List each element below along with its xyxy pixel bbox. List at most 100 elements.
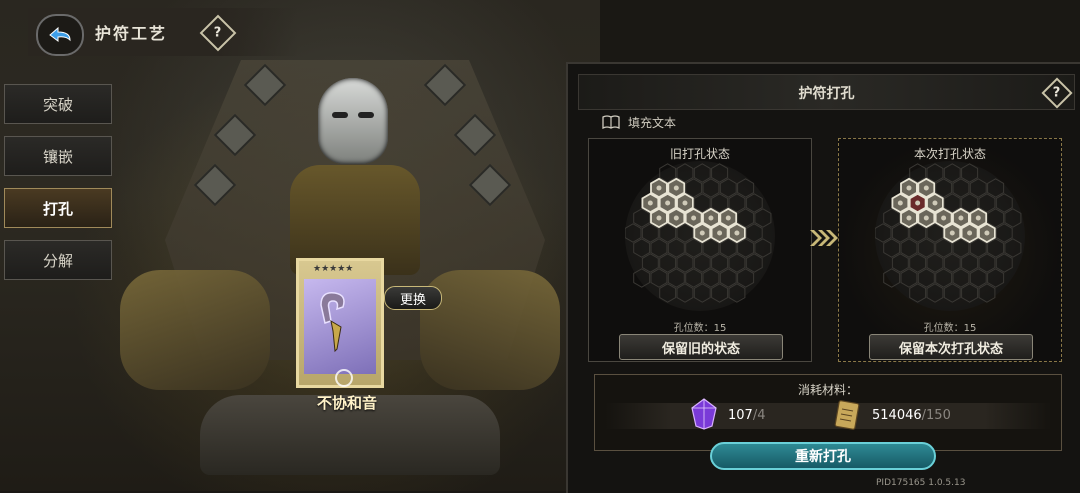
hex-cell xyxy=(961,283,979,303)
version-label: PID175165 1.0.5.13 xyxy=(876,478,966,488)
hex-socket xyxy=(984,230,990,236)
hex-cell xyxy=(728,253,746,273)
hex-socket xyxy=(949,230,955,236)
hex-socket xyxy=(717,230,723,236)
hex-cell xyxy=(995,253,1013,273)
hex-cell xyxy=(1004,208,1022,228)
page-title: 护符工艺 xyxy=(95,24,168,43)
new-hex-grid xyxy=(874,161,1025,311)
cost-title: 消耗材料： xyxy=(797,383,858,397)
hex-cell xyxy=(659,253,677,273)
hex-socket xyxy=(915,200,921,206)
hex-cell xyxy=(693,253,711,273)
new-hex-svg xyxy=(874,163,1022,303)
hex-cell xyxy=(693,163,711,183)
hex-socket xyxy=(647,200,653,206)
hex-socket xyxy=(656,215,662,221)
hex-socket xyxy=(897,200,903,206)
hex-cell xyxy=(659,223,677,243)
hex-cell xyxy=(659,163,677,183)
hex-cell xyxy=(909,253,927,273)
keep-old-button[interactable]: 保留旧的状态 xyxy=(619,334,783,360)
hex-cell xyxy=(641,253,659,273)
hex-cell xyxy=(754,238,772,258)
hex-cell xyxy=(737,208,755,228)
hex-cell xyxy=(935,238,953,258)
purple-crystal-icon xyxy=(691,398,717,430)
old-hex-grid xyxy=(624,161,775,311)
sidebar: 突破 镶嵌 打孔 分解 xyxy=(4,84,116,292)
hex-cell xyxy=(633,238,651,258)
tab-drill[interactable]: 打孔 xyxy=(4,188,112,228)
hex-cell xyxy=(650,238,668,258)
hex-socket xyxy=(691,215,697,221)
hex-socket xyxy=(673,185,679,191)
hex-cell xyxy=(676,253,694,273)
hex-socket xyxy=(958,215,964,221)
keep-new-button[interactable]: 保留本次打孔状态 xyxy=(869,334,1033,360)
charm-name: 不协和音 xyxy=(316,394,377,412)
hex-socket xyxy=(734,230,740,236)
hex-socket xyxy=(656,185,662,191)
hex-socket xyxy=(967,230,973,236)
hex-cell xyxy=(969,268,987,288)
material-2-have: 514046 xyxy=(872,408,922,423)
hex-cell xyxy=(926,283,944,303)
fill-text: 填充文本 xyxy=(628,116,677,130)
tab-inlay[interactable]: 镶嵌 xyxy=(4,136,112,176)
hex-cell xyxy=(978,283,996,303)
material-2-need: /150 xyxy=(921,408,951,423)
hex-cell xyxy=(900,238,918,258)
hex-cell xyxy=(883,208,901,228)
hex-socket xyxy=(941,215,947,221)
back-button[interactable] xyxy=(36,14,84,56)
new-state-label: 本次打孔状态 xyxy=(913,147,986,161)
hex-cell xyxy=(693,283,711,303)
hex-cell xyxy=(745,253,763,273)
panel-title-bar: 护符打孔 xyxy=(578,74,1075,110)
tab-breakthrough[interactable]: 突破 xyxy=(4,84,112,124)
material-2-count: 514046/150 xyxy=(872,408,951,423)
hex-cell xyxy=(693,193,711,213)
swap-button[interactable]: 更换 xyxy=(384,286,442,310)
hex-cell xyxy=(978,253,996,273)
hex-socket xyxy=(699,230,705,236)
hex-cell xyxy=(659,283,677,303)
charm-art-icon xyxy=(320,292,345,353)
scroll-icon xyxy=(834,400,860,430)
hex-cell xyxy=(711,283,729,303)
hex-cell xyxy=(728,283,746,303)
hex-cell xyxy=(917,268,935,288)
hex-cell xyxy=(702,268,720,288)
material-1-need: /4 xyxy=(752,408,766,423)
hex-cell xyxy=(926,253,944,273)
hex-cell xyxy=(995,223,1013,243)
hex-cell xyxy=(987,208,1005,228)
hex-cell xyxy=(676,223,694,243)
back-arrow-icon xyxy=(49,26,71,42)
statue-left-hand xyxy=(120,270,270,390)
hex-cell xyxy=(633,208,651,228)
hex-cell xyxy=(900,268,918,288)
old-state-label: 旧打孔状态 xyxy=(669,147,730,161)
hex-cell xyxy=(667,268,685,288)
hex-cell xyxy=(737,238,755,258)
hex-cell xyxy=(737,178,755,198)
hex-cell xyxy=(987,178,1005,198)
hex-cell xyxy=(711,193,729,213)
charm-card[interactable]: ★★★★★ xyxy=(296,258,384,388)
hex-cell xyxy=(685,268,703,288)
hex-cell xyxy=(995,193,1013,213)
hex-cell xyxy=(909,163,927,183)
hex-socket xyxy=(725,215,731,221)
hex-cell xyxy=(987,268,1005,288)
hex-cell xyxy=(745,223,763,243)
hex-cell xyxy=(969,178,987,198)
hex-cell xyxy=(952,178,970,198)
hex-cell xyxy=(943,283,961,303)
reroll-button[interactable]: 重新打孔 xyxy=(710,442,936,470)
hex-cell xyxy=(624,223,642,243)
hex-cell xyxy=(935,178,953,198)
tab-decompose[interactable]: 分解 xyxy=(4,240,112,280)
material-1-count: 107/4 xyxy=(728,408,765,423)
